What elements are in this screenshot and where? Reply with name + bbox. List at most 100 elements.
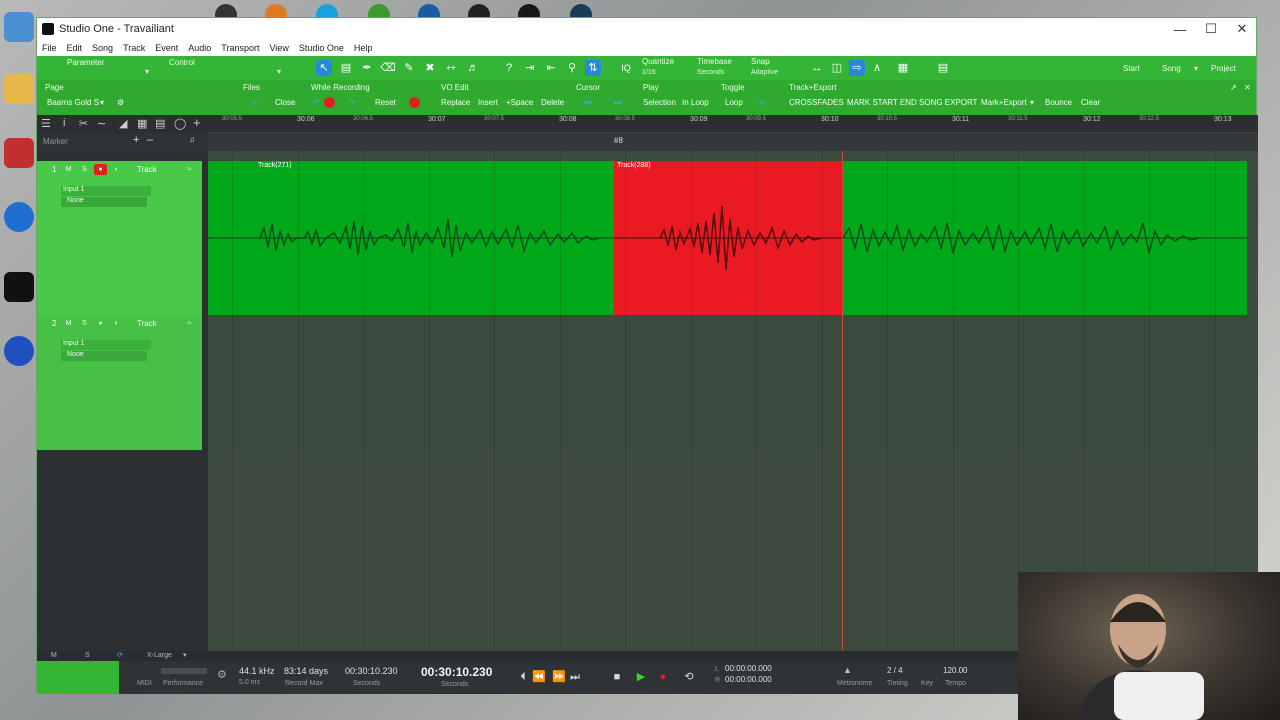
track-header-2[interactable]: 2 M S ● ◐ Track ≈ Input 1 None — [37, 315, 202, 450]
track-lane-2[interactable] — [208, 315, 1258, 450]
eraser-tool-icon[interactable]: ⌫ — [380, 60, 396, 76]
insert-button[interactable]: Insert — [478, 98, 498, 107]
input-selector[interactable]: Input 1 — [61, 186, 151, 196]
fast-forward-icon[interactable]: ⏩ — [551, 669, 567, 685]
replace-button[interactable]: Replace — [441, 98, 470, 107]
record-enable-button[interactable]: ● — [94, 318, 107, 329]
undo-icon[interactable]: ↶ — [313, 98, 320, 107]
menu-file[interactable]: File — [37, 43, 62, 53]
cursor-back-icon[interactable]: ⏮ — [584, 98, 591, 108]
menu-edit[interactable]: Edit — [62, 43, 88, 53]
primary-time-display[interactable]: 00:30:10.230 — [421, 665, 492, 679]
solo-button[interactable]: S — [78, 318, 91, 329]
clock-icon[interactable]: ◯ — [174, 117, 186, 130]
bounce-button[interactable]: Bounce — [1045, 98, 1072, 107]
layers-icon[interactable]: ▤ — [155, 117, 165, 130]
add-track-icon[interactable]: + — [193, 115, 201, 130]
control-dropdown-icon[interactable]: ▾ — [277, 67, 281, 76]
input-selector[interactable]: Input 1 — [61, 340, 151, 350]
stop-icon[interactable]: ■ — [609, 669, 625, 685]
nudge-icon[interactable]: ⇥ — [522, 60, 538, 76]
studio-one-icon[interactable] — [4, 272, 34, 302]
menu-transport[interactable]: Transport — [216, 43, 264, 53]
mute-tool-icon[interactable]: ✖ — [422, 60, 438, 76]
audacity-icon[interactable] — [4, 336, 34, 366]
automation-toggle-icon[interactable]: ≈ — [183, 318, 196, 329]
audio-clip-2[interactable]: Track(288) — [614, 161, 843, 315]
marker-flag[interactable]: #8 — [614, 136, 623, 145]
arrow-tool-icon[interactable]: ↖ — [316, 60, 332, 76]
list-icon[interactable]: ☰ — [41, 117, 51, 130]
output-selector[interactable]: None — [61, 197, 147, 207]
menu-studio-one[interactable]: Studio One — [294, 43, 349, 53]
crossfades-button[interactable]: CROSSFADES — [789, 98, 844, 107]
cut-icon[interactable]: ✂ — [79, 117, 88, 130]
metronome-icon[interactable]: ▲ — [843, 665, 852, 675]
record-enable-button[interactable]: ● — [94, 164, 107, 175]
snap-value[interactable]: Adaptive — [751, 69, 778, 76]
mute-button[interactable]: M — [62, 318, 75, 329]
audio-clip-1[interactable]: Track(271) — [208, 161, 614, 315]
mark-export-button[interactable]: Mark+Export — [981, 98, 1027, 107]
track-header-1[interactable]: 1 M S ● ◐ Track ≈ Input 1 None — [37, 161, 202, 315]
rewind-to-start-icon[interactable]: ⏴ — [515, 669, 531, 685]
clear-button[interactable]: Clear — [1081, 98, 1100, 107]
record-icon[interactable]: ● — [655, 669, 671, 685]
audio-clip-3[interactable] — [843, 161, 1247, 315]
track-height-dropdown-icon[interactable]: ▾ — [183, 651, 187, 659]
solo-button[interactable]: S — [78, 164, 91, 175]
follow-icon[interactable]: ◫ — [829, 60, 845, 76]
iq-icon[interactable]: IQ — [618, 60, 634, 76]
loop-toggle-button[interactable]: Loop — [725, 98, 743, 107]
cpu-icon[interactable]: ⚙ — [217, 668, 227, 681]
play-in-loop-button[interactable]: In Loop — [682, 98, 709, 107]
mark-start-end-button[interactable]: MARK START END — [847, 98, 917, 107]
zoom-icon[interactable]: ⚲ — [564, 60, 580, 76]
time-signature[interactable]: 2 / 4 — [887, 666, 903, 675]
forward-to-end-icon[interactable]: ⏭ — [567, 669, 583, 685]
menu-audio[interactable]: Audio — [183, 43, 216, 53]
rewind-icon[interactable]: ⏪ — [531, 669, 547, 685]
track-lane-1[interactable]: Track(271) Track(288) — [208, 161, 1258, 315]
quantize-value[interactable]: 1/16 — [642, 69, 656, 76]
reset-button[interactable]: Reset — [375, 98, 396, 107]
playhead-follow-icon[interactable]: ⇨ — [849, 60, 865, 76]
universal-control-icon[interactable] — [4, 202, 34, 232]
remove-marker-icon[interactable]: – — [147, 134, 153, 146]
menu-view[interactable]: View — [264, 43, 293, 53]
nudge-back-icon[interactable]: ⇤ — [543, 60, 559, 76]
start-page-button[interactable]: Start — [1123, 64, 1140, 73]
autoscroll-icon[interactable]: ↔ — [809, 60, 825, 76]
automation-icon[interactable]: ∼ — [97, 117, 106, 130]
redo-icon[interactable]: ↷ — [349, 98, 356, 107]
timeline-ruler[interactable]: 30:06 30:07 30:08 30:09 30:10 30:11 30:12 30:13… — [208, 115, 1258, 133]
monitor-icon[interactable]: ◐ — [110, 164, 123, 175]
snap-toggle-icon[interactable]: ⇅ — [585, 60, 601, 76]
close-icon[interactable]: ✕ — [1227, 18, 1257, 40]
delete-button[interactable]: Delete — [541, 98, 564, 107]
record-macro-button[interactable] — [324, 97, 335, 108]
mark-export-dropdown-icon[interactable]: ▾ — [1030, 98, 1034, 107]
tempo-value[interactable]: 120.00 — [943, 666, 967, 675]
song-dropdown-icon[interactable]: ▾ — [1194, 64, 1198, 73]
close-macro-button[interactable]: Close — [275, 98, 295, 107]
grid-view-icon[interactable]: ▦ — [895, 60, 911, 76]
page-selector[interactable]: Baarns Gold S — [47, 98, 99, 107]
split-tool-icon[interactable]: ✒ — [359, 60, 375, 76]
left-locator-time[interactable]: 00:00:00.000 — [725, 664, 772, 673]
song-page-button[interactable]: Song — [1162, 64, 1181, 73]
downloads-shortcut-icon[interactable] — [4, 74, 34, 104]
menu-event[interactable]: Event — [150, 43, 183, 53]
mixer-icon[interactable]: ▤ — [935, 60, 951, 76]
menu-track[interactable]: Track — [118, 43, 150, 53]
position-seconds[interactable]: 00:30:10.230 — [345, 666, 398, 676]
filter-icon[interactable]: ▽ — [251, 98, 257, 107]
add-marker-icon[interactable]: + — [133, 134, 139, 146]
paint-tool-icon[interactable]: ✎ — [401, 60, 417, 76]
page-settings-icon[interactable]: ⚙ — [117, 98, 124, 107]
range-tool-icon[interactable]: ▤ — [338, 60, 354, 76]
maximize-icon[interactable]: ☐ — [1196, 18, 1226, 40]
monitor-icon[interactable]: ◐ — [110, 318, 123, 329]
cursor-forward-icon[interactable]: ⏭ — [614, 98, 621, 108]
parameter-dropdown-icon[interactable]: ▾ — [145, 67, 149, 76]
